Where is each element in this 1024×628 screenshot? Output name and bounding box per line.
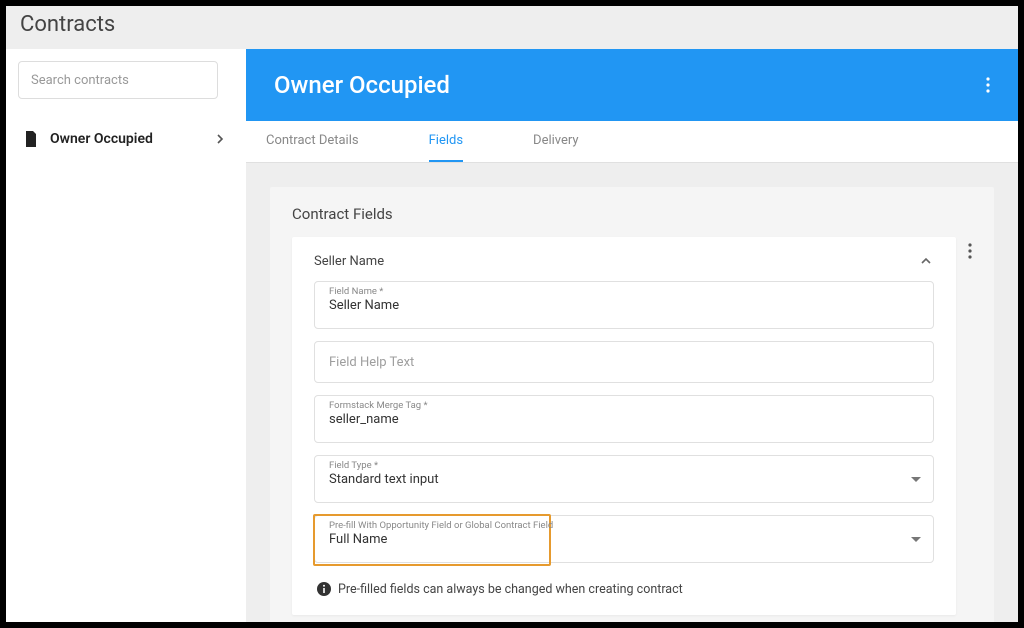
- dropdown-icon: [911, 537, 921, 542]
- search-input[interactable]: [18, 61, 218, 99]
- field-label: Field Type *: [329, 460, 378, 471]
- sidebar-item-label: Owner Occupied: [50, 131, 212, 147]
- card-title: Seller Name: [314, 254, 918, 269]
- field-label: Field Name *: [329, 286, 383, 297]
- hero-title: Owner Occupied: [274, 71, 986, 99]
- chevron-up-icon[interactable]: [918, 253, 934, 269]
- field-value: seller_name: [329, 412, 919, 427]
- page-title: Contracts: [6, 6, 1018, 49]
- tabs: Contract Details Fields Delivery: [246, 121, 1018, 163]
- card-more-icon[interactable]: [968, 243, 972, 259]
- dropdown-icon: [911, 477, 921, 482]
- tab-fields[interactable]: Fields: [429, 121, 463, 162]
- tab-contract-details[interactable]: Contract Details: [266, 121, 359, 162]
- info-text: Pre-filled fields can always be changed …: [338, 582, 683, 597]
- field-card: Seller Name Field Name * Seller Name Fie…: [292, 237, 956, 615]
- sidebar-item-owner-occupied[interactable]: Owner Occupied: [18, 127, 234, 151]
- field-value: Standard text input: [329, 472, 919, 487]
- merge-tag-input[interactable]: Formstack Merge Tag * seller_name: [314, 395, 934, 443]
- field-placeholder: Field Help Text: [329, 355, 414, 370]
- field-value: Seller Name: [329, 298, 919, 313]
- chevron-right-icon: [212, 131, 228, 147]
- document-icon: [24, 131, 38, 147]
- tab-delivery[interactable]: Delivery: [533, 121, 579, 162]
- field-name-input[interactable]: Field Name * Seller Name: [314, 281, 934, 329]
- field-type-select[interactable]: Field Type * Standard text input: [314, 455, 934, 503]
- info-row: Pre-filled fields can always be changed …: [314, 575, 934, 601]
- field-help-text-input[interactable]: Field Help Text: [314, 341, 934, 383]
- contract-fields-panel: Contract Fields Seller Name Field Name *…: [270, 187, 994, 622]
- field-value: Full Name: [329, 532, 919, 547]
- panel-title: Contract Fields: [292, 205, 972, 223]
- info-icon: [316, 581, 332, 597]
- hero-bar: Owner Occupied: [246, 49, 1018, 121]
- field-label: Pre-fill With Opportunity Field or Globa…: [329, 520, 553, 531]
- sidebar: Owner Occupied: [6, 49, 246, 622]
- prefill-select[interactable]: Pre-fill With Opportunity Field or Globa…: [314, 515, 934, 563]
- field-label: Formstack Merge Tag *: [329, 400, 428, 411]
- more-vert-icon[interactable]: [986, 77, 990, 93]
